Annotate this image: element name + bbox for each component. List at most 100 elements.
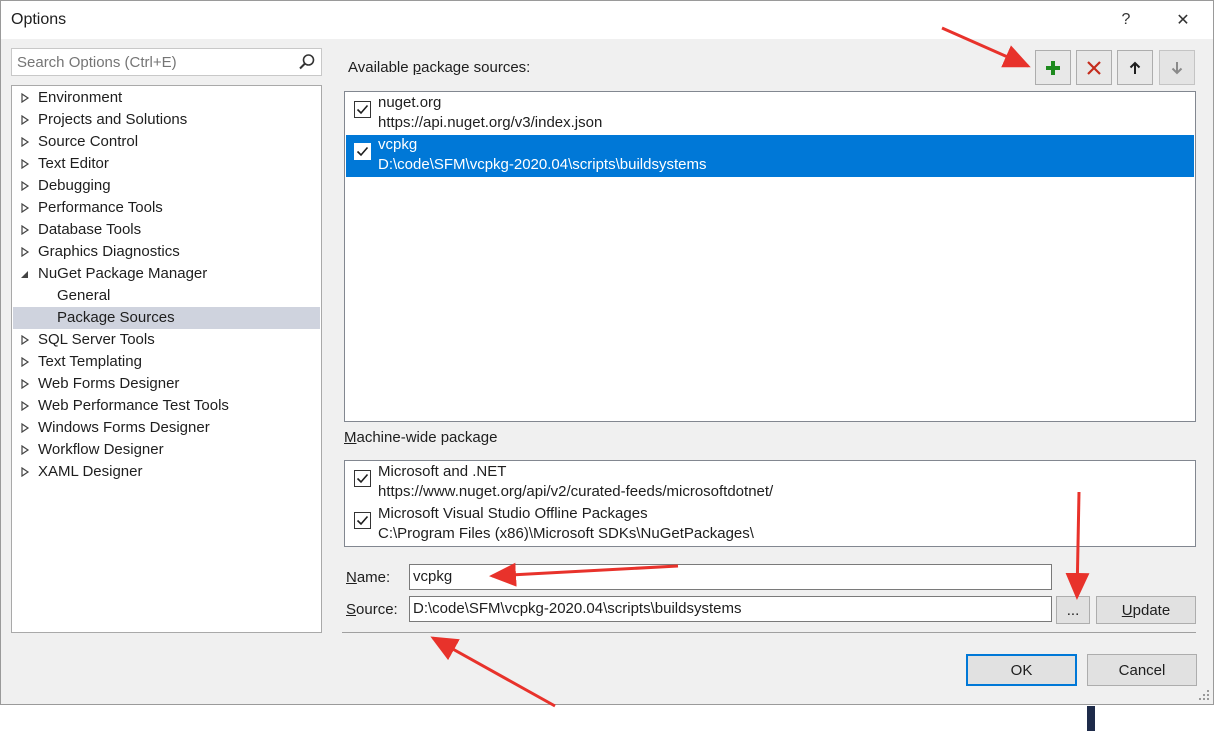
tree-item-label: Web Forms Designer: [38, 375, 180, 392]
title-bar: Options ? ✕: [1, 1, 1213, 39]
machine-wide-label: Machine-wide package: [344, 429, 498, 446]
source-checkbox[interactable]: [354, 512, 371, 529]
source-checkbox[interactable]: [354, 101, 371, 118]
tree-item-label: Debugging: [38, 177, 111, 194]
collapsed-arrow-icon[interactable]: [20, 137, 30, 147]
source-list-item[interactable]: nuget.org https://api.nuget.org/v3/index.…: [346, 93, 1194, 135]
update-button[interactable]: Update: [1096, 596, 1196, 624]
source-name: Microsoft and .NET: [378, 463, 507, 480]
source-input[interactable]: D:\code\SFM\vcpkg-2020.04\scripts\builds…: [409, 596, 1052, 622]
collapsed-arrow-icon[interactable]: [20, 357, 30, 367]
tree-item[interactable]: General: [13, 285, 320, 307]
collapsed-arrow-icon[interactable]: [20, 225, 30, 235]
name-label: Name:: [346, 569, 391, 586]
available-sources-label: Available package sources:: [348, 59, 531, 76]
name-input[interactable]: vcpkg: [409, 564, 1052, 590]
ok-button-label: OK: [1010, 661, 1033, 679]
tree-item-label: General: [57, 287, 111, 304]
tree-item[interactable]: Database Tools: [13, 219, 320, 241]
tree-item[interactable]: Package Sources: [13, 307, 320, 329]
tree-item[interactable]: XAML Designer: [13, 461, 320, 483]
resize-grip-icon[interactable]: [1198, 689, 1210, 701]
checkmark-icon: [356, 473, 369, 484]
tree-item-label: Text Editor: [38, 155, 109, 172]
tree-item[interactable]: Text Templating: [13, 351, 320, 373]
tree-item[interactable]: Environment: [13, 87, 320, 109]
options-tree: Environment Projects and Solutions Source …: [11, 85, 322, 633]
machine-wide-sources-list[interactable]: Microsoft and .NET https://www.nuget.org/…: [344, 460, 1196, 547]
collapsed-arrow-icon[interactable]: [20, 423, 30, 433]
tree-item[interactable]: Source Control: [13, 131, 320, 153]
tree-item[interactable]: Projects and Solutions: [13, 109, 320, 131]
arrow-up-icon: [1129, 61, 1141, 74]
tree-item-label: Performance Tools: [38, 199, 163, 216]
tree-item[interactable]: NuGet Package Manager: [13, 263, 320, 285]
collapsed-arrow-icon[interactable]: [20, 247, 30, 257]
source-list-item[interactable]: Microsoft Visual Studio Offline Packages…: [346, 504, 1194, 546]
collapsed-arrow-icon[interactable]: [20, 335, 30, 345]
tree-item-label: Web Performance Test Tools: [38, 397, 229, 414]
arrow-down-icon: [1171, 61, 1183, 74]
available-sources-list[interactable]: nuget.org https://api.nuget.org/v3/index.…: [344, 91, 1196, 422]
tree-item[interactable]: Web Performance Test Tools: [13, 395, 320, 417]
cancel-button[interactable]: Cancel: [1087, 654, 1197, 686]
x-icon: [1087, 60, 1101, 75]
collapsed-arrow-icon[interactable]: [20, 159, 30, 169]
tree-item-label: SQL Server Tools: [38, 331, 155, 348]
tree-item-label: Graphics Diagnostics: [38, 243, 180, 260]
collapsed-arrow-icon[interactable]: [20, 379, 30, 389]
options-dialog: Options ? ✕ Environment Projects and Solu…: [0, 0, 1214, 705]
source-list-item[interactable]: vcpkg D:\code\SFM\vcpkg-2020.04\scripts\b…: [346, 135, 1194, 177]
source-url: https://api.nuget.org/v3/index.json: [378, 114, 603, 131]
tree-item[interactable]: Graphics Diagnostics: [13, 241, 320, 263]
help-button[interactable]: ?: [1111, 7, 1141, 33]
tree-item-label: Environment: [38, 89, 123, 106]
tree-item-label: Workflow Designer: [38, 441, 164, 458]
search-options-field[interactable]: [11, 48, 322, 76]
tree-item-label: Source Control: [38, 133, 139, 150]
source-url: D:\code\SFM\vcpkg-2020.04\scripts\builds…: [378, 156, 707, 173]
source-name: nuget.org: [378, 94, 442, 111]
collapsed-arrow-icon[interactable]: [20, 181, 30, 191]
background-fragment: [1087, 706, 1095, 731]
collapsed-arrow-icon[interactable]: [20, 203, 30, 213]
tree-item-label: XAML Designer: [38, 463, 143, 480]
move-up-button[interactable]: [1117, 50, 1153, 85]
move-down-button[interactable]: [1159, 50, 1195, 85]
remove-source-button[interactable]: [1076, 50, 1112, 85]
close-button[interactable]: ✕: [1168, 7, 1198, 33]
browse-button[interactable]: ...: [1056, 596, 1090, 624]
source-label: Source:: [346, 601, 398, 618]
source-name: Microsoft Visual Studio Offline Packages: [378, 505, 648, 522]
tree-item[interactable]: Web Forms Designer: [13, 373, 320, 395]
ok-button[interactable]: OK: [966, 654, 1077, 686]
expanded-arrow-icon[interactable]: [20, 269, 30, 279]
collapsed-arrow-icon[interactable]: [20, 445, 30, 455]
source-checkbox[interactable]: [354, 470, 371, 487]
source-url: C:\Program Files (x86)\Microsoft SDKs\Nu…: [378, 525, 754, 542]
checkmark-icon: [356, 515, 369, 526]
cancel-button-label: Cancel: [1118, 661, 1166, 679]
tree-item[interactable]: Windows Forms Designer: [13, 417, 320, 439]
search-icon[interactable]: [297, 52, 317, 72]
plus-icon: [1046, 60, 1060, 75]
collapsed-arrow-icon[interactable]: [20, 401, 30, 411]
tree-item[interactable]: Workflow Designer: [13, 439, 320, 461]
search-input[interactable]: [12, 49, 282, 75]
source-name: vcpkg: [378, 136, 418, 153]
separator: [342, 632, 1196, 633]
window-title: Options: [11, 11, 67, 28]
tree-item[interactable]: Debugging: [13, 175, 320, 197]
add-source-button[interactable]: [1035, 50, 1071, 85]
source-checkbox[interactable]: [354, 143, 371, 160]
source-url: https://www.nuget.org/api/v2/curated-fee…: [378, 483, 774, 500]
tree-item-label: Package Sources: [57, 309, 175, 326]
checkmark-icon: [356, 104, 369, 115]
tree-item[interactable]: Text Editor: [13, 153, 320, 175]
collapsed-arrow-icon[interactable]: [20, 467, 30, 477]
collapsed-arrow-icon[interactable]: [20, 93, 30, 103]
tree-item[interactable]: SQL Server Tools: [13, 329, 320, 351]
source-list-item[interactable]: Microsoft and .NET https://www.nuget.org/…: [346, 462, 1194, 504]
tree-item[interactable]: Performance Tools: [13, 197, 320, 219]
collapsed-arrow-icon[interactable]: [20, 115, 30, 125]
